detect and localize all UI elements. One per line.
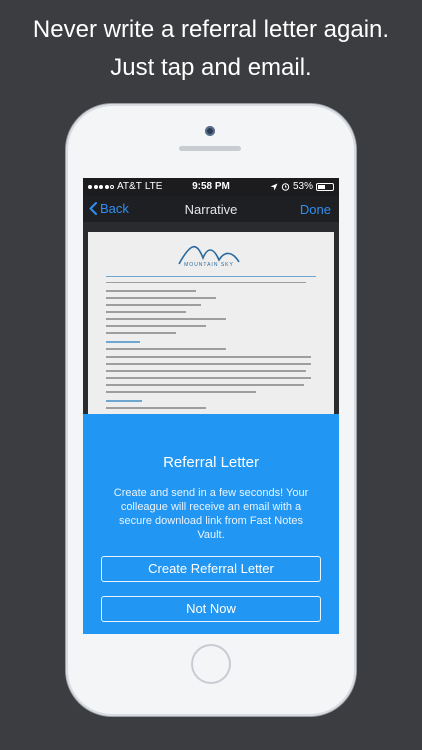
done-button[interactable]: Done <box>300 202 331 217</box>
battery-icon <box>316 182 334 191</box>
alarm-icon <box>281 183 290 191</box>
create-referral-letter-button[interactable]: Create Referral Letter <box>101 556 321 582</box>
document-text-line <box>106 297 216 299</box>
document-text-line <box>106 311 186 313</box>
location-icon <box>270 183 278 190</box>
sheet-title: Referral Letter <box>163 454 259 471</box>
document-logo-text: MOUNTAIN SKY <box>184 262 234 268</box>
document-header-line <box>106 282 306 283</box>
home-button[interactable] <box>191 644 231 684</box>
document-text-line <box>106 304 201 306</box>
document-text-line <box>106 318 226 320</box>
document-text-line <box>106 391 256 393</box>
document-rule <box>106 276 316 277</box>
headline-line-2: Just tap and email. <box>110 54 312 81</box>
document-text-line <box>106 370 306 372</box>
document-preview-area: MOUNTAIN SKY <box>83 222 339 447</box>
navigation-bar: Back Narrative Done <box>83 196 339 222</box>
document-text-line <box>106 363 311 365</box>
camera-icon <box>205 126 215 136</box>
document-section-heading <box>106 400 142 402</box>
document-text-line <box>106 325 206 327</box>
document-text-line <box>106 407 206 409</box>
speaker-grille <box>179 146 241 151</box>
document-text-line <box>106 290 196 292</box>
document-text-line <box>106 348 226 350</box>
phone-screen: AT&T LTE 9:58 PM 53% Back Narrative Done… <box>83 178 339 634</box>
document-text-line <box>106 332 176 334</box>
battery-fill <box>318 184 325 189</box>
document-text-line <box>106 384 304 386</box>
status-bar: AT&T LTE 9:58 PM 53% <box>83 178 339 196</box>
referral-letter-sheet: Referral Letter Create and send in a few… <box>83 414 339 634</box>
document-text-line <box>106 377 311 379</box>
status-right: 53% <box>270 181 334 192</box>
battery-percent: 53% <box>292 181 313 192</box>
headline-line-1: Never write a referral letter again. <box>32 16 390 43</box>
sheet-description: Create and send in a few seconds! Your c… <box>113 487 309 541</box>
document-text-line <box>106 356 311 358</box>
document-section-heading <box>106 341 140 343</box>
not-now-button[interactable]: Not Now <box>101 596 321 622</box>
